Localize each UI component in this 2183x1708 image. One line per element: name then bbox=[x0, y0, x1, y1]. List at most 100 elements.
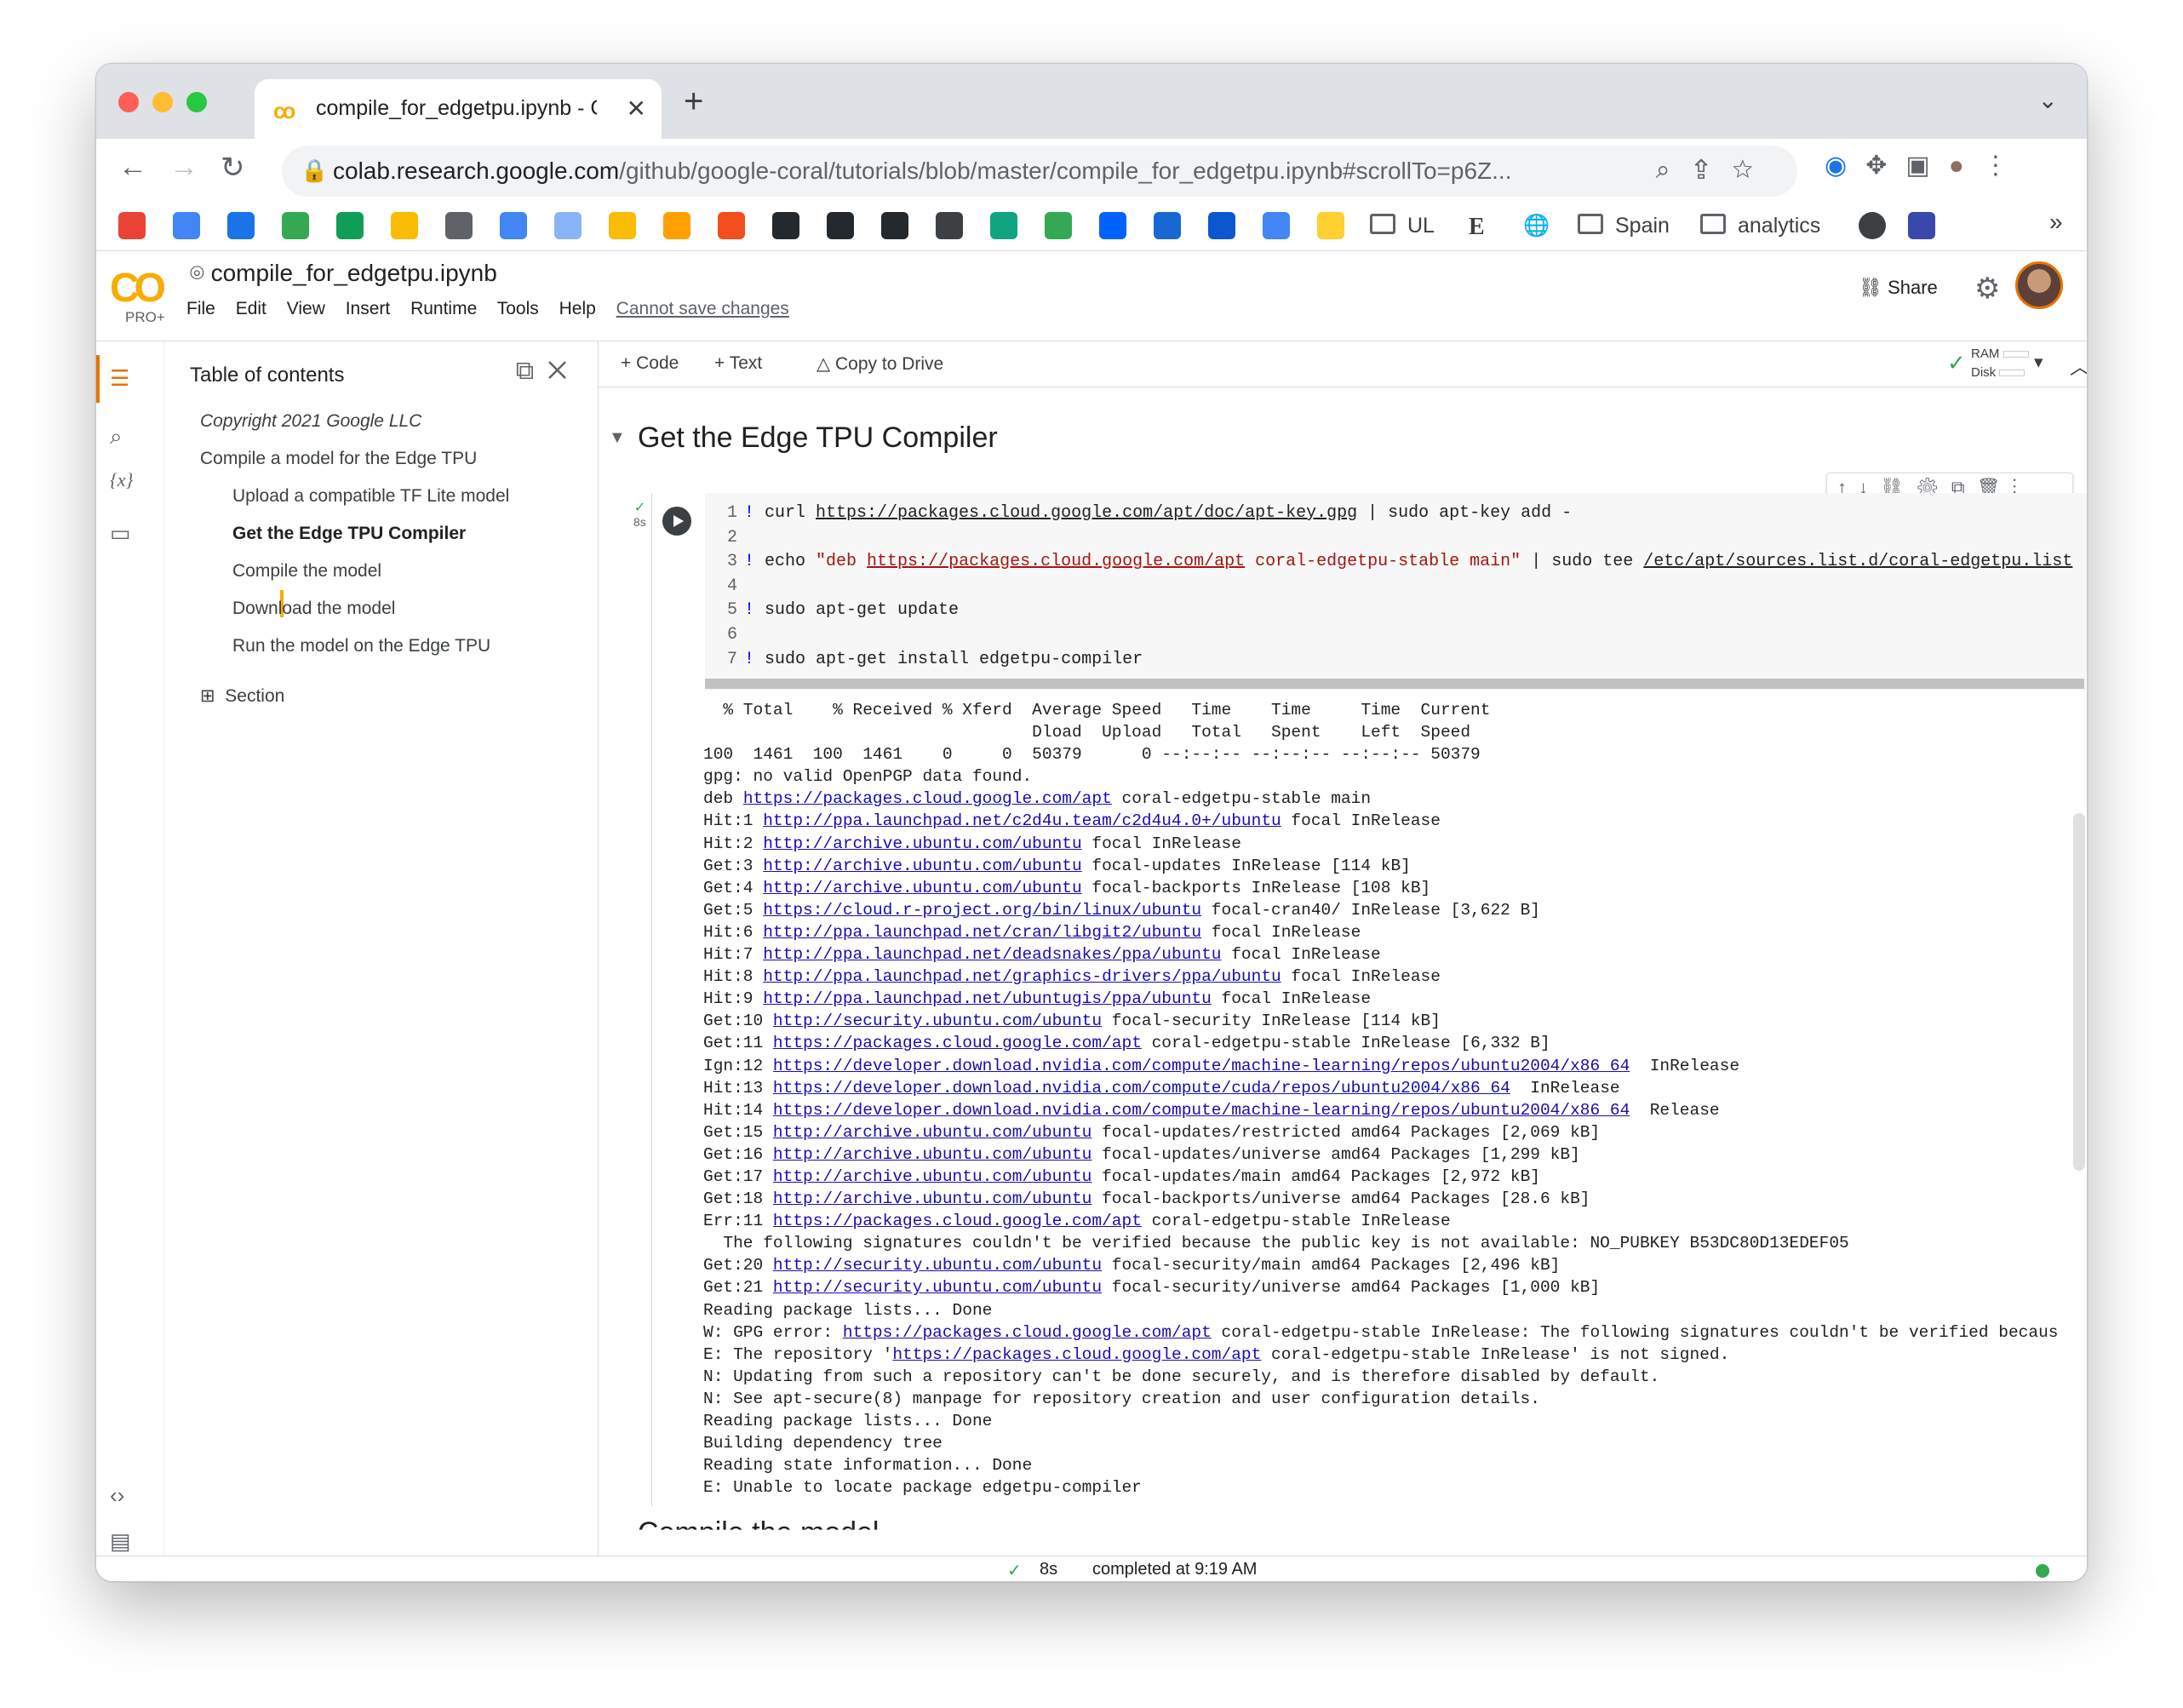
close-icon[interactable]: ✕ bbox=[547, 357, 581, 385]
output-link[interactable]: https://developer.download.nvidia.com/co… bbox=[773, 1057, 1630, 1075]
notebook-title[interactable]: ⌾ compile_for_edgetpu.ipynb bbox=[190, 260, 497, 288]
chrome-extension-icon[interactable]: ◉ bbox=[1825, 152, 1865, 180]
output-link[interactable]: http://archive.ubuntu.com/ubuntu bbox=[773, 1189, 1092, 1208]
menu-help[interactable]: Help bbox=[559, 299, 596, 318]
bookmark-blue-b-icon[interactable] bbox=[1208, 212, 1235, 239]
output-link[interactable]: https://packages.cloud.google.com/apt bbox=[743, 789, 1112, 808]
output-link[interactable]: https://packages.cloud.google.com/apt bbox=[892, 1345, 1261, 1364]
collapse-section-triangle-icon[interactable]: ▼ bbox=[609, 428, 626, 448]
command-palette-icon[interactable]: ▤ bbox=[110, 1528, 131, 1555]
toc-list-icon[interactable]: ☰ bbox=[110, 365, 129, 392]
bookmark-box-icon[interactable] bbox=[391, 212, 418, 239]
browser-tab[interactable]: co compile_for_edgetpu.ipynb - C ✕ bbox=[255, 79, 662, 140]
output-link[interactable]: https://packages.cloud.google.com/apt bbox=[843, 1323, 1212, 1342]
back-arrow-icon[interactable]: ← bbox=[118, 151, 147, 184]
open-in-tab-icon[interactable]: ⧉ bbox=[516, 357, 547, 385]
output-link[interactable]: http://security.ubuntu.com/ubuntu bbox=[773, 1012, 1102, 1030]
close-window-button[interactable] bbox=[118, 92, 139, 112]
bookmark-circle-icon[interactable] bbox=[1859, 212, 1886, 239]
bookmark-calendar-icon[interactable] bbox=[173, 212, 200, 239]
toc-item-copyright[interactable]: Copyright 2021 Google LLC bbox=[200, 411, 421, 432]
toc-item-upload-model[interactable]: Upload a compatible TF Lite model bbox=[232, 486, 509, 507]
add-text-button[interactable]: + Text bbox=[714, 353, 762, 374]
bookmark-spain[interactable]: Spain bbox=[1615, 214, 1670, 238]
bookmark-butterfly-icon[interactable] bbox=[1099, 212, 1126, 239]
folder-icon[interactable] bbox=[1578, 214, 1603, 234]
settings-gear-icon[interactable]: ⚙ bbox=[1974, 272, 2000, 306]
bookmark-github-3-icon[interactable] bbox=[881, 212, 908, 239]
bookmark-star-icon[interactable]: ☆ bbox=[1733, 156, 1777, 184]
output-link[interactable]: http://archive.ubuntu.com/ubuntu bbox=[773, 1123, 1092, 1142]
menu-tools[interactable]: Tools bbox=[497, 299, 539, 318]
bookmark-openai-icon[interactable] bbox=[990, 212, 1017, 239]
bookmark-github-2-icon[interactable] bbox=[827, 212, 854, 239]
bookmark-blue-a-icon[interactable] bbox=[1154, 212, 1181, 239]
copy-to-drive-button[interactable]: △ Copy to Drive bbox=[816, 353, 943, 375]
bookmark-chrome-icon[interactable] bbox=[227, 212, 255, 239]
output-link[interactable]: https://packages.cloud.google.com/apt bbox=[773, 1212, 1142, 1230]
forward-arrow-icon[interactable]: → bbox=[169, 151, 198, 184]
run-cell-button[interactable] bbox=[662, 507, 691, 536]
resource-dropdown-chevron-icon[interactable]: ▾ bbox=[2034, 352, 2043, 373]
toc-item-download-model[interactable]: Download the model bbox=[232, 599, 395, 619]
output-link[interactable]: http://ppa.launchpad.net/deadsnakes/ppa/… bbox=[763, 945, 1221, 964]
user-avatar[interactable] bbox=[2015, 261, 2063, 309]
bookmark-sheets-icon[interactable] bbox=[336, 212, 364, 239]
cannot-save-link[interactable]: Cannot save changes bbox=[616, 299, 789, 318]
menu-edit[interactable]: Edit bbox=[236, 299, 266, 318]
files-folder-icon[interactable]: ▭ bbox=[110, 520, 131, 547]
profile-avatar-icon[interactable]: ● bbox=[1949, 152, 1983, 180]
resource-indicator[interactable]: RAM Disk bbox=[1971, 345, 2029, 382]
reload-icon[interactable]: ↻ bbox=[221, 151, 245, 185]
folder-icon[interactable] bbox=[1370, 214, 1395, 234]
code-snippets-icon[interactable]: ‹› bbox=[110, 1482, 124, 1509]
bookmark-blue-c-icon[interactable] bbox=[1263, 212, 1290, 239]
output-link[interactable]: http://archive.ubuntu.com/ubuntu bbox=[763, 857, 1081, 875]
output-link[interactable]: https://packages.cloud.google.com/apt bbox=[773, 1034, 1142, 1052]
new-tab-button[interactable]: + bbox=[684, 83, 703, 121]
toc-item-compile-model-edge-tpu[interactable]: Compile a model for the Edge TPU bbox=[200, 449, 477, 469]
add-section-button[interactable]: ⊞ Section bbox=[200, 685, 284, 707]
collapse-header-chevron-up-icon[interactable]: ︿ bbox=[2070, 350, 2087, 380]
menu-runtime[interactable]: Runtime bbox=[410, 299, 477, 318]
code-editor[interactable]: 1! curl https://packages.cloud.google.co… bbox=[705, 493, 2087, 691]
lock-icon[interactable]: 🔒 bbox=[301, 158, 328, 184]
output-link[interactable]: http://archive.ubuntu.com/ubuntu bbox=[763, 879, 1081, 897]
bookmark-firebase-icon[interactable] bbox=[663, 212, 690, 239]
code-horizontal-scrollbar[interactable] bbox=[705, 679, 2084, 689]
folder-icon[interactable] bbox=[1700, 214, 1726, 234]
menu-insert[interactable]: Insert bbox=[346, 299, 391, 318]
add-code-button[interactable]: + Code bbox=[621, 353, 679, 374]
code-cell[interactable]: ✓ 8s 1! curl https://packages.cloud.googl… bbox=[633, 493, 2087, 1506]
bookmark-drive-icon[interactable] bbox=[282, 212, 309, 239]
bookmark-analytics[interactable]: analytics bbox=[1738, 214, 1820, 238]
search-icon[interactable]: ⌕ bbox=[110, 423, 123, 450]
share-icon[interactable]: ⇪ bbox=[1694, 156, 1733, 184]
output-link[interactable]: http://archive.ubuntu.com/ubuntu bbox=[773, 1167, 1092, 1186]
notebook-vertical-scrollbar[interactable] bbox=[2073, 813, 2085, 1171]
output-link[interactable]: http://archive.ubuntu.com/ubuntu bbox=[773, 1145, 1092, 1164]
zoom-search-icon[interactable]: ⌕ bbox=[1656, 156, 1694, 184]
bookmark-settings-icon[interactable] bbox=[445, 212, 473, 239]
bookmark-gmail-icon[interactable] bbox=[118, 212, 146, 239]
address-bar[interactable]: 🔒 colab.research.google.com/github/googl… bbox=[282, 146, 1797, 197]
output-link[interactable]: http://security.ubuntu.com/ubuntu bbox=[773, 1278, 1102, 1297]
bookmark-ul[interactable]: UL bbox=[1407, 214, 1435, 238]
bookmark-code-icon[interactable] bbox=[554, 212, 582, 239]
output-link[interactable]: https://developer.download.nvidia.com/co… bbox=[773, 1101, 1630, 1120]
colab-logo[interactable]: CO bbox=[110, 265, 166, 312]
maximize-window-button[interactable] bbox=[186, 92, 207, 112]
output-link[interactable]: https://developer.download.nvidia.com/co… bbox=[773, 1079, 1510, 1098]
bookmark-square-icon[interactable] bbox=[1908, 212, 1935, 239]
extensions-puzzle-icon[interactable]: ✥ bbox=[1865, 152, 1905, 180]
bookmark-github-icon[interactable] bbox=[772, 212, 799, 239]
tab-close-icon[interactable]: ✕ bbox=[627, 95, 646, 123]
side-panel-icon[interactable]: ▣ bbox=[1905, 152, 1948, 180]
toc-item-get-compiler[interactable]: Get the Edge TPU Compiler bbox=[232, 524, 466, 544]
output-link[interactable]: http://ppa.launchpad.net/graphics-driver… bbox=[763, 967, 1281, 986]
bookmark-table-icon[interactable] bbox=[500, 212, 527, 239]
bookmarks-overflow-icon[interactable]: » bbox=[2049, 209, 2063, 236]
output-link[interactable]: https://cloud.r-project.org/bin/linux/ub… bbox=[763, 901, 1201, 920]
menu-view[interactable]: View bbox=[287, 299, 325, 318]
output-link[interactable]: http://ppa.launchpad.net/c2d4u.team/c2d4… bbox=[763, 811, 1281, 830]
